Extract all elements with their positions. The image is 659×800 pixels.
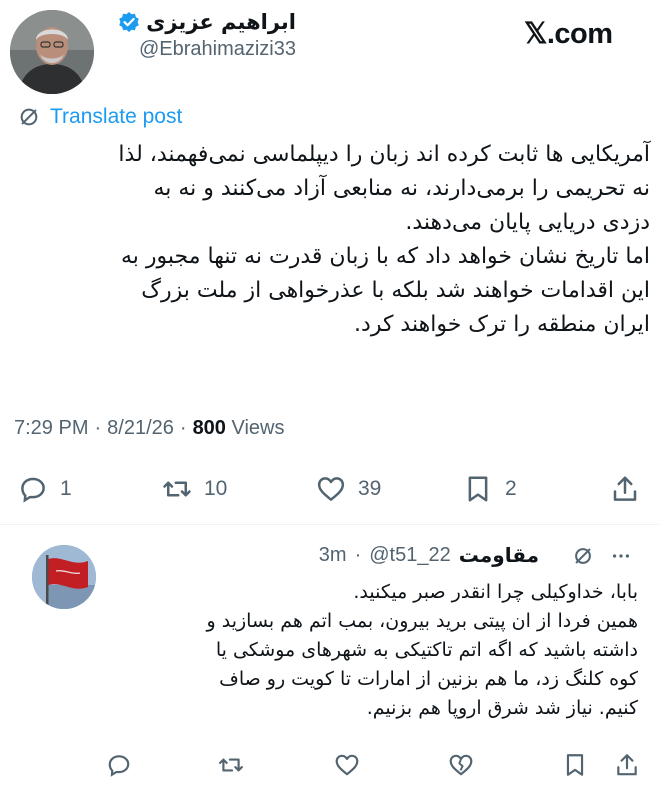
repost-button[interactable]: 10 bbox=[162, 474, 227, 504]
post-header: ابراهیم عزیزی @Ebrahimazizi33 𝕏.com bbox=[0, 0, 659, 94]
views-count: 800 bbox=[192, 417, 226, 439]
brand-logo: 𝕏.com bbox=[524, 18, 613, 50]
reply-line: داشته باشید که اگه اتم تاکتیکی به شهرهای… bbox=[215, 639, 638, 661]
post-line: ایران منطقه را ترک خواهند کرد. bbox=[354, 312, 650, 337]
heart-icon bbox=[317, 477, 345, 501]
meta-separator: · bbox=[94, 417, 102, 439]
post-time[interactable]: 7:29 PM bbox=[14, 417, 88, 440]
translate-icon[interactable] bbox=[572, 545, 594, 567]
reply-repost-button[interactable] bbox=[218, 752, 244, 782]
post-actions: 1 10 39 2 bbox=[0, 466, 659, 514]
reply-like-button[interactable] bbox=[334, 752, 360, 782]
bookmark-count: 2 bbox=[505, 477, 517, 500]
reply-button[interactable]: 1 bbox=[18, 474, 72, 504]
translate-post-link[interactable]: Translate post bbox=[18, 105, 182, 129]
repost-icon bbox=[163, 481, 191, 497]
repost-count: 10 bbox=[204, 477, 228, 500]
broken-heart-icon bbox=[449, 754, 473, 776]
post-line: اما تاریخ نشان خواهد داد که با زبان قدرت… bbox=[121, 244, 650, 269]
post-line: آمریکایی ها ثابت کرده اند زبان را دیپلما… bbox=[118, 142, 650, 167]
divider bbox=[0, 524, 659, 525]
reply-author-name[interactable]: مقاومت bbox=[459, 543, 539, 567]
reply-top-icons bbox=[572, 545, 632, 567]
meta-separator: · bbox=[179, 417, 187, 439]
author-name[interactable]: ابراهیم عزیزی bbox=[146, 10, 296, 34]
bookmark-icon bbox=[566, 754, 584, 776]
bookmark-icon bbox=[468, 476, 488, 502]
reply-icon bbox=[108, 755, 130, 777]
repost-icon bbox=[219, 758, 243, 772]
reply-icon bbox=[21, 477, 45, 503]
author-handle[interactable]: @Ebrahimazizi33 bbox=[118, 38, 296, 61]
translate-icon bbox=[20, 108, 38, 126]
share-button[interactable] bbox=[610, 474, 640, 504]
views-block[interactable]: 800 Views bbox=[193, 417, 285, 440]
reply-bookmark-button[interactable] bbox=[562, 752, 588, 782]
post-date[interactable]: 8/21/26 bbox=[107, 417, 174, 440]
reply-actions bbox=[0, 752, 659, 782]
bookmark-button[interactable]: 2 bbox=[463, 474, 517, 504]
author-avatar[interactable] bbox=[10, 10, 94, 94]
reply-header: 3m · @t51_22 مقاومت bbox=[319, 543, 539, 567]
post-meta: 7:29 PM · 8/21/26 · 800 Views bbox=[14, 417, 285, 440]
reply-line: بابا، خداوکیلی چرا انقدر صبر میکنید. bbox=[353, 581, 638, 603]
heart-icon bbox=[335, 754, 359, 776]
reply-line: کنیم. نیاز شد شرق اروپا هم بزنیم. bbox=[366, 697, 638, 719]
share-icon bbox=[617, 754, 637, 776]
post-line: نه تحریمی را برمی‌دارند، نه منابعی آزاد … bbox=[153, 176, 650, 201]
like-button[interactable]: 39 bbox=[316, 474, 381, 504]
reply-share-button[interactable] bbox=[614, 752, 640, 782]
reply-count: 1 bbox=[60, 477, 72, 500]
share-icon bbox=[613, 476, 637, 501]
reply-time[interactable]: 3m bbox=[319, 544, 347, 567]
reply-reply-button[interactable] bbox=[106, 752, 132, 782]
views-label: Views bbox=[231, 417, 285, 439]
reply-handle[interactable]: @t51_22 bbox=[369, 544, 450, 567]
reply-dislike-button[interactable] bbox=[448, 752, 474, 782]
reply-separator: · bbox=[354, 543, 362, 566]
translate-label[interactable]: Translate post bbox=[50, 105, 182, 129]
verified-badge-icon bbox=[119, 12, 139, 32]
reply-line: همین فردا از ان پیتی برید بیرون، بمب اتم… bbox=[206, 610, 638, 632]
post-line: این اقدامات خواهند شد بلکه با عذرخواهی ا… bbox=[141, 278, 650, 303]
more-options-icon[interactable] bbox=[610, 545, 632, 567]
like-count: 39 bbox=[358, 477, 382, 500]
reply-body: بابا، خداوکیلی چرا انقدر صبر میکنید. همی… bbox=[108, 578, 638, 723]
post-body: آمریکایی ها ثابت کرده اند زبان را دیپلما… bbox=[14, 138, 650, 342]
author-block: ابراهیم عزیزی @Ebrahimazizi33 bbox=[118, 10, 296, 61]
reply-line: کوه کلنگ زد، ما هم بزنین از امارات تا کو… bbox=[219, 668, 638, 690]
post-line: دزدی دریایی پایان می‌دهند. bbox=[405, 210, 650, 235]
author-name-row: ابراهیم عزیزی bbox=[118, 10, 296, 34]
reply-avatar[interactable] bbox=[32, 545, 96, 609]
